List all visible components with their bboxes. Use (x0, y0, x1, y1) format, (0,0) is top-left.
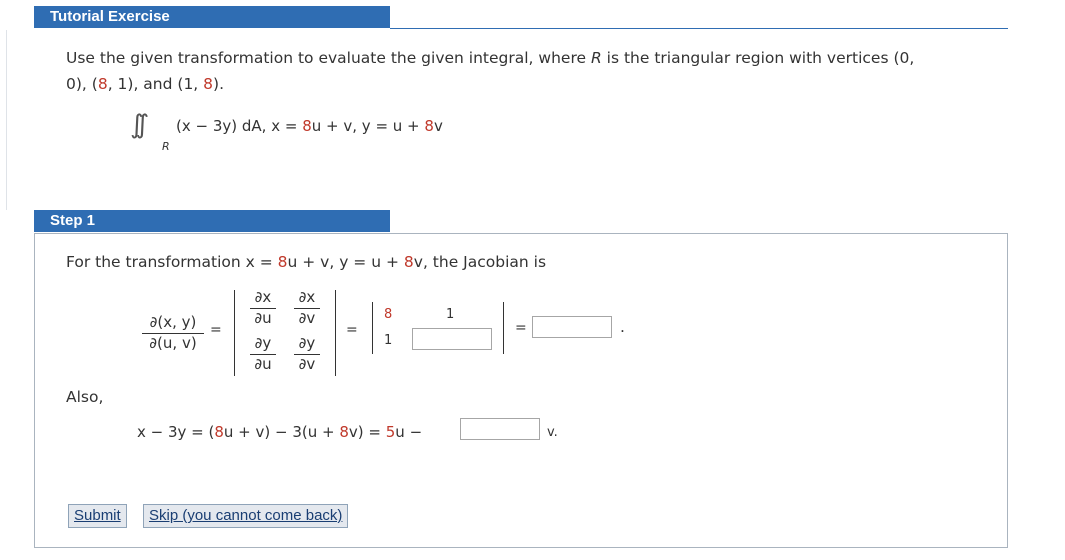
double-integral-sign: ∫∫ (130, 110, 149, 140)
intro-x: x = (245, 253, 278, 271)
intro-y: y = u + (334, 253, 404, 271)
v-tail: v. (547, 425, 558, 440)
intro-tail: the Jacobian is (427, 253, 547, 271)
intro-y-coef: 8 (403, 253, 414, 271)
step1-box (34, 233, 1008, 548)
step1-header: Step 1 (34, 210, 390, 232)
vertex-text-a: 0), ( (66, 75, 98, 93)
equals-1: = (210, 322, 222, 338)
equals-2: = (346, 322, 358, 338)
vertex-value-8: 8 (97, 75, 108, 93)
jacobian-numerator: ∂(x, y) (149, 313, 197, 331)
integral-expression: (x − 3y) dA, x = 8u + v, y = u + 8v (176, 117, 443, 135)
intro-y-rest: v, (413, 253, 428, 271)
dy-2: ∂y (298, 334, 316, 352)
matrix-12: 1 (446, 307, 455, 322)
region-R: R (590, 49, 602, 67)
vertex-text-b: , 1), and (1, (107, 75, 204, 93)
matrix-11: 8 (384, 307, 393, 322)
submit-button[interactable]: Submit (68, 504, 127, 528)
matrix-22-input[interactable] (412, 328, 492, 350)
also-label: Also, (66, 388, 104, 406)
subst-b: u + v) − 3(u + (223, 423, 340, 441)
v-coefficient-input[interactable] (460, 418, 540, 440)
intro-text: For the transformation (66, 253, 246, 271)
integrand: (x − 3y) dA, (176, 117, 267, 135)
jacobian-intro: For the transformation x = 8u + v, y = u… (66, 253, 546, 271)
subst-coef1: 8 (214, 423, 224, 441)
problem-text-start: Use the given transformation to evaluate… (66, 49, 591, 67)
num-det-right-bar (503, 302, 504, 354)
dy-1: ∂y (254, 334, 272, 352)
subst-coef2: 8 (339, 423, 349, 441)
header-rule (390, 28, 1008, 29)
subst-a: x − 3y = ( (137, 423, 215, 441)
subst-coef3: 5 (385, 423, 396, 441)
det-left-bar (234, 290, 235, 376)
dx-1: ∂x (254, 288, 272, 306)
subst-d: u − (395, 423, 423, 441)
subst-c: v) = (348, 423, 386, 441)
vertex-text-c: ). (213, 75, 225, 93)
du-1: ∂u (254, 309, 272, 327)
det-right-bar (335, 290, 336, 376)
dx-2: ∂x (298, 288, 316, 306)
matrix-21: 1 (384, 333, 393, 348)
du-2: ∂u (254, 355, 272, 373)
left-rule (6, 30, 7, 210)
y-coef: 8 (424, 117, 434, 135)
problem-text-mid: is the triangular region with vertices (… (601, 49, 915, 67)
jacobian-answer-input[interactable] (532, 316, 612, 338)
problem-line-2: 0), (8, 1), and (1, 8). (66, 75, 224, 93)
period: . (620, 318, 625, 336)
x-coef: 8 (302, 117, 312, 135)
intro-x-rest: u + v, (287, 253, 335, 271)
x-rest: u + v, (311, 117, 358, 135)
tutorial-header: Tutorial Exercise (34, 6, 390, 28)
jacobian-denominator: ∂(u, v) (149, 334, 197, 352)
equals-3: = (515, 320, 527, 336)
vertex-value-8b: 8 (203, 75, 214, 93)
dv-1: ∂v (298, 309, 316, 327)
y-eq: y = u + (361, 117, 425, 135)
skip-button[interactable]: Skip (you cannot come back) (143, 504, 349, 528)
integral-subscript: R (162, 140, 170, 153)
y-rest: v (433, 117, 443, 135)
intro-x-coef: 8 (277, 253, 288, 271)
num-det-left-bar (372, 302, 373, 354)
x-eq: x = (271, 117, 303, 135)
problem-line-1: Use the given transformation to evaluate… (66, 49, 914, 67)
substitution-line: x − 3y = (8u + v) − 3(u + 8v) = 5u − (137, 423, 422, 441)
dv-2: ∂v (298, 355, 316, 373)
